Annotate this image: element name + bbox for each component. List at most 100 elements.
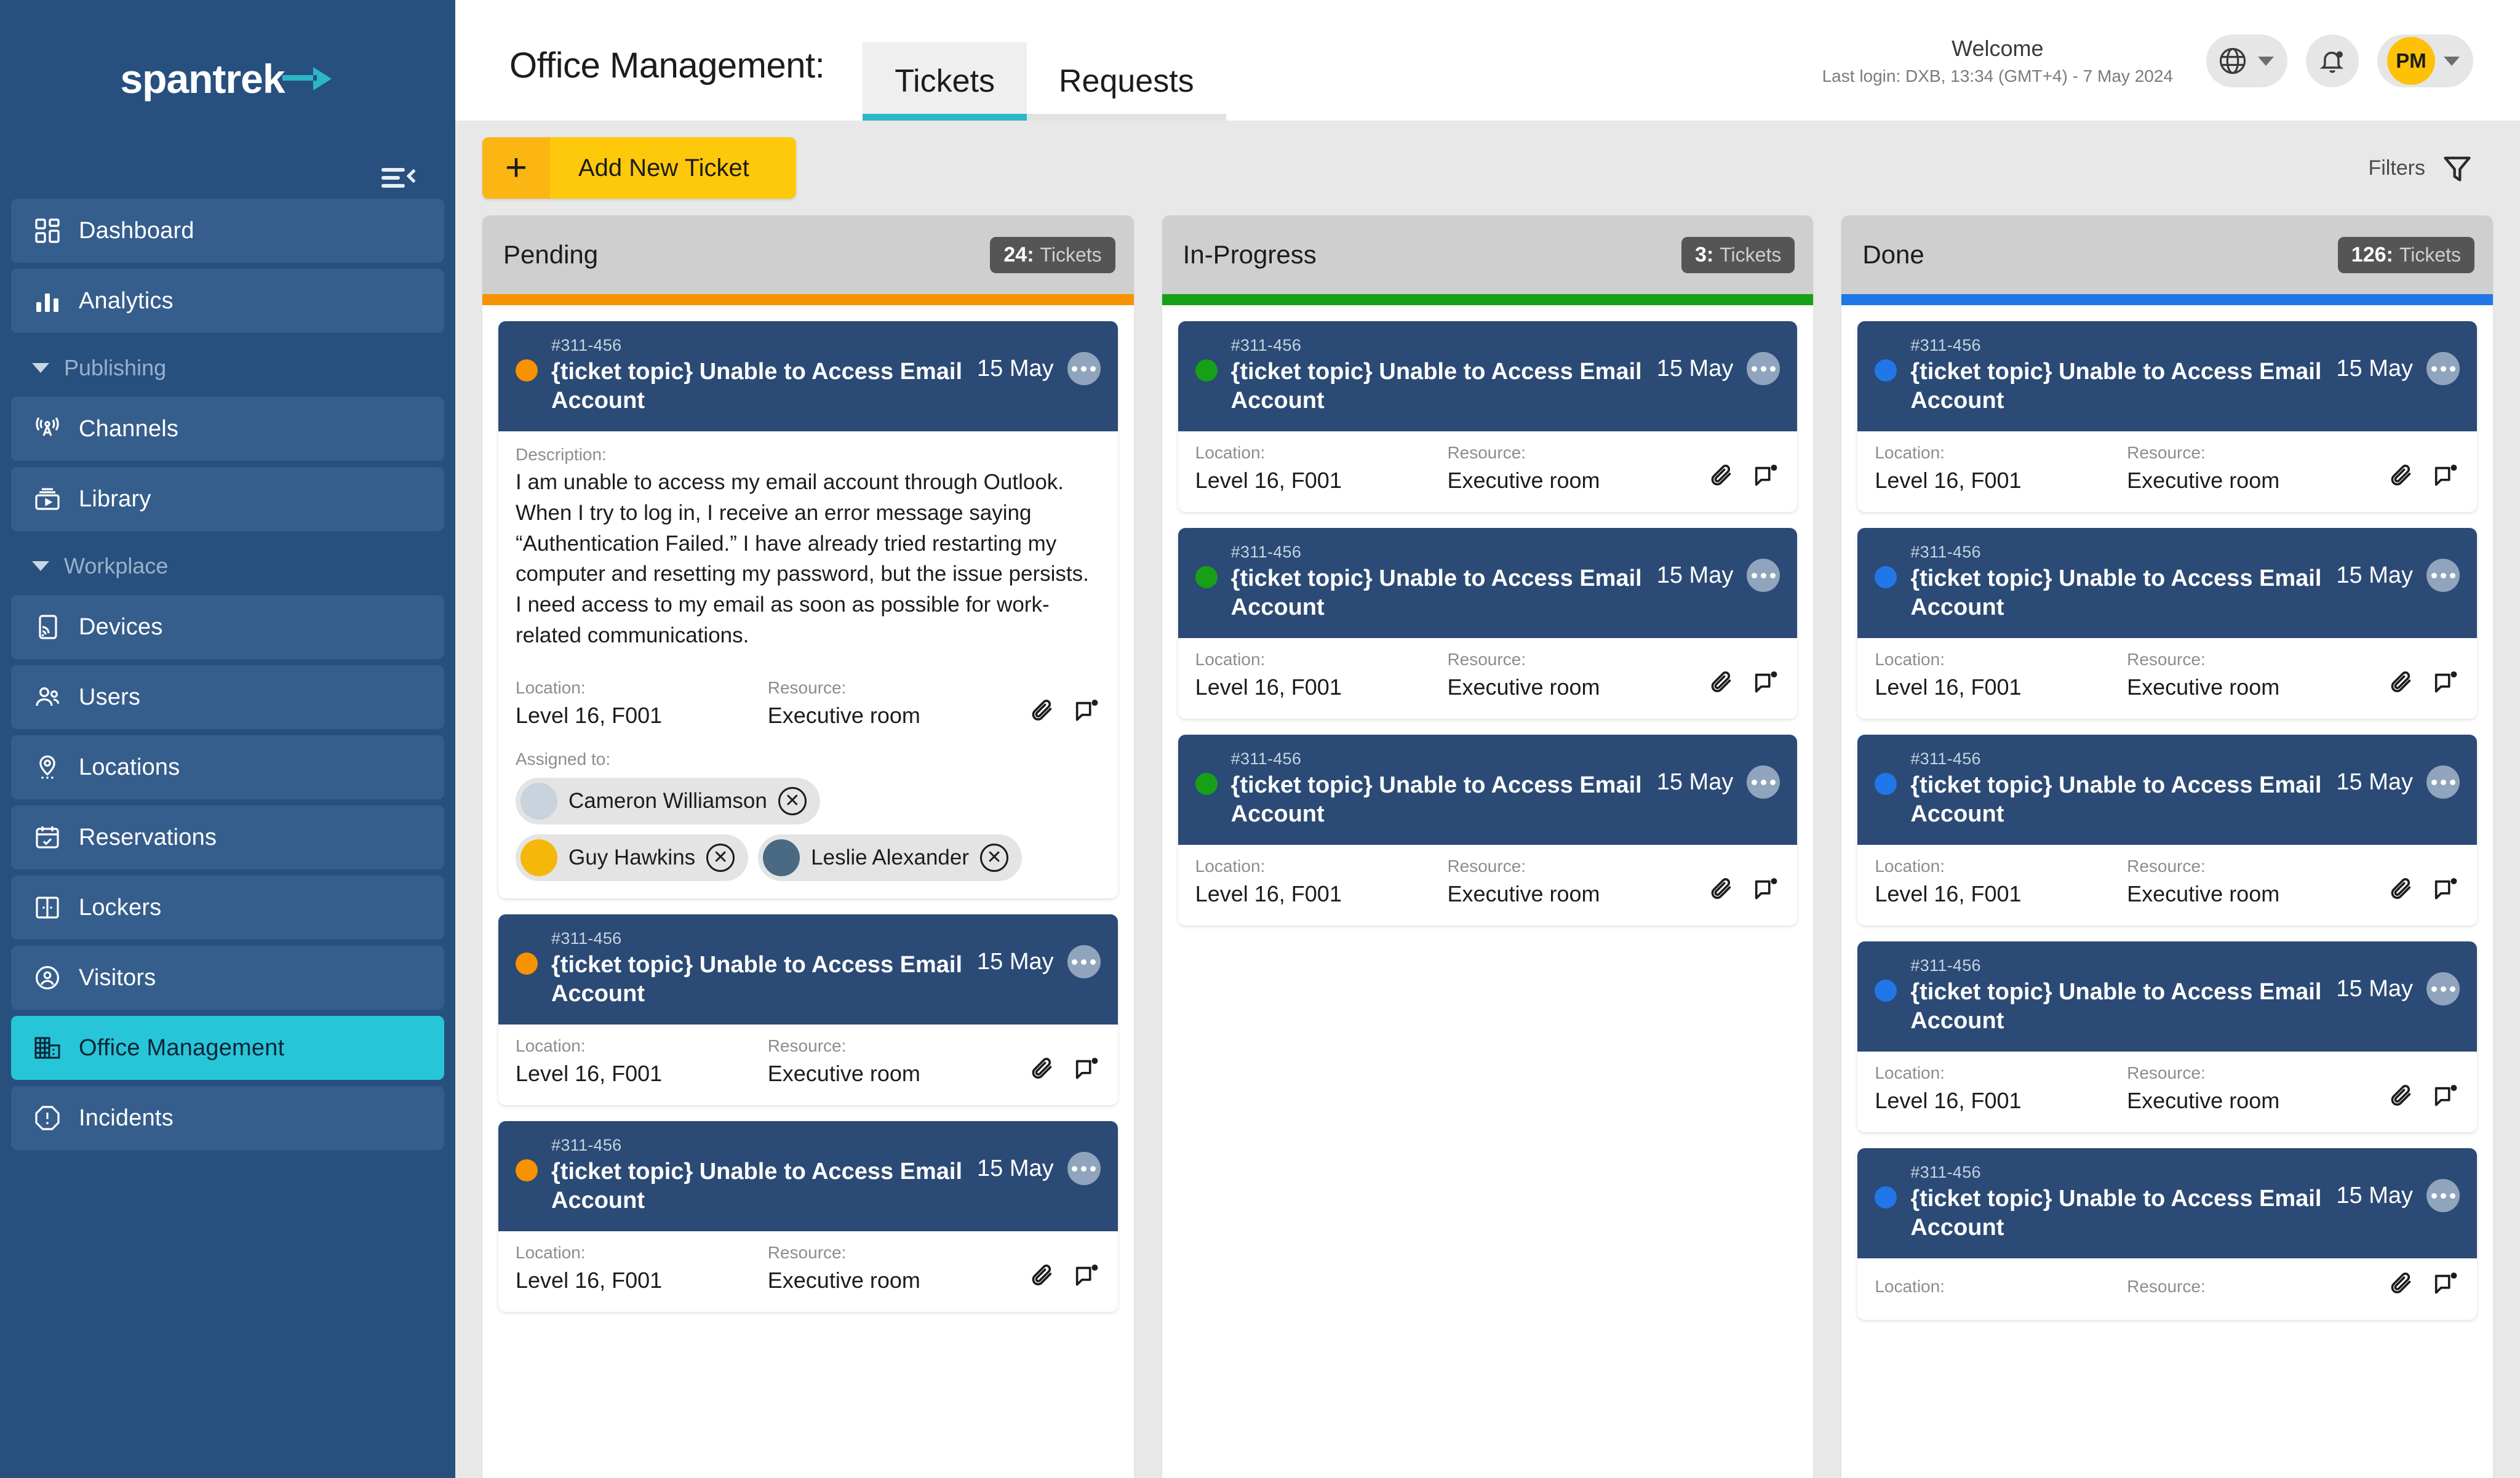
location-label: Location: <box>1195 443 1266 463</box>
ticket-card-header[interactable]: #311-456 {ticket topic} Unable to Access … <box>1857 1148 2478 1259</box>
ellipsis-icon[interactable] <box>2426 972 2460 1006</box>
ticket-card[interactable]: #311-456 {ticket topic} Unable to Access … <box>1857 735 2478 926</box>
comment-icon[interactable] <box>1752 669 1780 698</box>
sidebar-item-office-management[interactable]: Office Management <box>11 1016 444 1080</box>
paperclip-icon[interactable] <box>2387 669 2415 698</box>
paperclip-icon[interactable] <box>2387 1083 2415 1111</box>
sidebar-item-analytics[interactable]: Analytics <box>11 269 444 333</box>
ticket-card-header[interactable]: #311-456 {ticket topic} Unable to Access … <box>498 321 1118 432</box>
sidebar-item-lockers[interactable]: Lockers <box>11 876 444 940</box>
assignee-chip[interactable]: Leslie Alexander ✕ <box>758 834 1023 882</box>
comment-icon[interactable] <box>2431 1083 2460 1111</box>
ticket-card[interactable]: #311-456 {ticket topic} Unable to Access … <box>498 914 1118 1106</box>
tab-requests[interactable]: Requests <box>1026 42 1226 121</box>
ticket-card[interactable]: #311-456 {ticket topic} Unable to Access … <box>1857 321 2478 513</box>
ticket-card[interactable]: #311-456 {ticket topic} Unable to Access … <box>1178 321 1798 513</box>
close-icon[interactable]: ✕ <box>980 844 1009 873</box>
ticket-card-header[interactable]: #311-456 {ticket topic} Unable to Access … <box>1178 321 1798 432</box>
sidebar-item-devices[interactable]: Devices <box>11 595 444 659</box>
ticket-card[interactable]: #311-456 {ticket topic} Unable to Access … <box>1857 941 2478 1133</box>
close-icon[interactable]: ✕ <box>778 787 807 816</box>
ellipsis-icon[interactable] <box>1747 352 1780 385</box>
paperclip-icon[interactable] <box>1028 1056 1056 1084</box>
ticket-card-header[interactable]: #311-456 {ticket topic} Unable to Access … <box>1857 941 2478 1052</box>
paperclip-icon[interactable] <box>1707 463 1736 491</box>
welcome-block: Welcome Last login: DXB, 13:34 (GMT+4) -… <box>1822 36 2173 86</box>
sidebar-item-channels[interactable]: Channels <box>11 397 444 461</box>
ellipsis-icon[interactable] <box>1067 352 1101 385</box>
ticket-card-header[interactable]: #311-456 {ticket topic} Unable to Access … <box>498 1121 1118 1232</box>
column-ticket-list[interactable]: #311-456 {ticket topic} Unable to Access … <box>482 305 1134 1478</box>
ticket-card-header[interactable]: #311-456 {ticket topic} Unable to Access … <box>1178 528 1798 639</box>
sidebar-group-workplace[interactable]: Workplace <box>11 537 444 595</box>
ellipsis-icon[interactable] <box>1747 765 1780 799</box>
notifications-button[interactable] <box>2306 34 2359 87</box>
ticket-head-text: #311-456 {ticket topic} Unable to Access … <box>1910 749 2323 829</box>
assignee-chip[interactable]: Guy Hawkins ✕ <box>516 834 749 882</box>
ticket-card-header[interactable]: #311-456 {ticket topic} Unable to Access … <box>1857 528 2478 639</box>
sidebar-item-reservations[interactable]: Reservations <box>11 805 444 869</box>
ellipsis-icon[interactable] <box>2426 1179 2460 1213</box>
comment-icon[interactable] <box>1072 1056 1101 1084</box>
filters-button[interactable]: Filters <box>2368 152 2473 184</box>
ticket-card-header[interactable]: #311-456 {ticket topic} Unable to Access … <box>1857 735 2478 845</box>
comment-icon[interactable] <box>1752 876 1780 905</box>
language-selector[interactable] <box>2206 34 2287 87</box>
comment-icon[interactable] <box>2431 1271 2460 1299</box>
comment-icon[interactable] <box>2431 463 2460 491</box>
tab-tickets[interactable]: Tickets <box>863 42 1027 121</box>
paperclip-icon[interactable] <box>1707 669 1736 698</box>
ellipsis-icon[interactable] <box>2426 352 2460 385</box>
sidebar-item-label: Reservations <box>79 824 217 850</box>
ticket-card[interactable]: #311-456 {ticket topic} Unable to Access … <box>498 321 1118 899</box>
assignee-name: Cameron Williamson <box>568 789 767 813</box>
ticket-card[interactable]: #311-456 {ticket topic} Unable to Access … <box>1178 528 1798 719</box>
comment-icon[interactable] <box>1072 698 1101 726</box>
sidebar-item-locations[interactable]: Locations <box>11 735 444 799</box>
ticket-card[interactable]: #311-456 {ticket topic} Unable to Access … <box>498 1121 1118 1312</box>
ticket-location: Location: Level 16, F001 <box>1875 650 2115 700</box>
sidebar-item-incidents[interactable]: Incidents <box>11 1086 444 1150</box>
paperclip-icon[interactable] <box>1707 876 1736 905</box>
ellipsis-icon[interactable] <box>1067 1152 1101 1186</box>
column-ticket-list[interactable]: #311-456 {ticket topic} Unable to Access … <box>1841 305 2493 1478</box>
ellipsis-icon[interactable] <box>2426 559 2460 593</box>
ticket-card-header[interactable]: #311-456 {ticket topic} Unable to Access … <box>498 914 1118 1025</box>
sidebar-item-library[interactable]: Library <box>11 467 444 531</box>
ellipsis-icon[interactable] <box>2426 765 2460 799</box>
comment-icon[interactable] <box>1072 1263 1101 1291</box>
close-icon[interactable]: ✕ <box>706 844 735 873</box>
ticket-card-header[interactable]: #311-456 {ticket topic} Unable to Access … <box>1178 735 1798 845</box>
sidebar-group-publishing[interactable]: Publishing <box>11 339 444 397</box>
comment-icon[interactable] <box>2431 876 2460 905</box>
ticket-card[interactable]: #311-456 {ticket topic} Unable to Access … <box>1178 735 1798 926</box>
ticket-card[interactable]: #311-456 {ticket topic} Unable to Access … <box>1857 1148 2478 1320</box>
sidebar-item-users[interactable]: Users <box>11 665 444 729</box>
paperclip-icon[interactable] <box>2387 876 2415 905</box>
paperclip-icon[interactable] <box>1028 1263 1056 1291</box>
visitor-badge-icon <box>32 962 63 993</box>
location-value: Level 16, F001 <box>1195 674 1342 700</box>
paperclip-icon[interactable] <box>1028 698 1056 726</box>
brand-logo[interactable]: spantrek <box>0 0 455 157</box>
ticket-date: 15 May <box>2336 562 2414 589</box>
comment-icon[interactable] <box>1752 463 1780 491</box>
paperclip-icon[interactable] <box>2387 1271 2415 1299</box>
column-ticket-list[interactable]: #311-456 {ticket topic} Unable to Access … <box>1162 305 1814 1478</box>
assignee-chip[interactable]: Cameron Williamson ✕ <box>516 778 820 825</box>
users-icon <box>32 682 63 713</box>
comment-icon[interactable] <box>2431 669 2460 698</box>
paperclip-icon[interactable] <box>2387 463 2415 491</box>
ticket-card[interactable]: #311-456 {ticket topic} Unable to Access … <box>1857 528 2478 719</box>
ticket-status-dot <box>1875 566 1897 589</box>
ticket-card-header[interactable]: #311-456 {ticket topic} Unable to Access … <box>1857 321 2478 432</box>
ellipsis-icon[interactable] <box>1747 559 1780 593</box>
add-new-ticket-button[interactable]: + Add New Ticket <box>482 137 796 199</box>
ellipsis-icon[interactable] <box>1067 945 1101 979</box>
sidebar-item-visitors[interactable]: Visitors <box>11 946 444 1010</box>
ticket-description-block: Description: I am unable to access my ema… <box>498 431 1118 666</box>
user-menu[interactable]: PM <box>2377 34 2473 87</box>
collapse-sidebar-icon[interactable] <box>381 167 421 189</box>
header-right: Welcome Last login: DXB, 13:34 (GMT+4) -… <box>1822 34 2473 87</box>
sidebar-item-dashboard[interactable]: Dashboard <box>11 199 444 263</box>
